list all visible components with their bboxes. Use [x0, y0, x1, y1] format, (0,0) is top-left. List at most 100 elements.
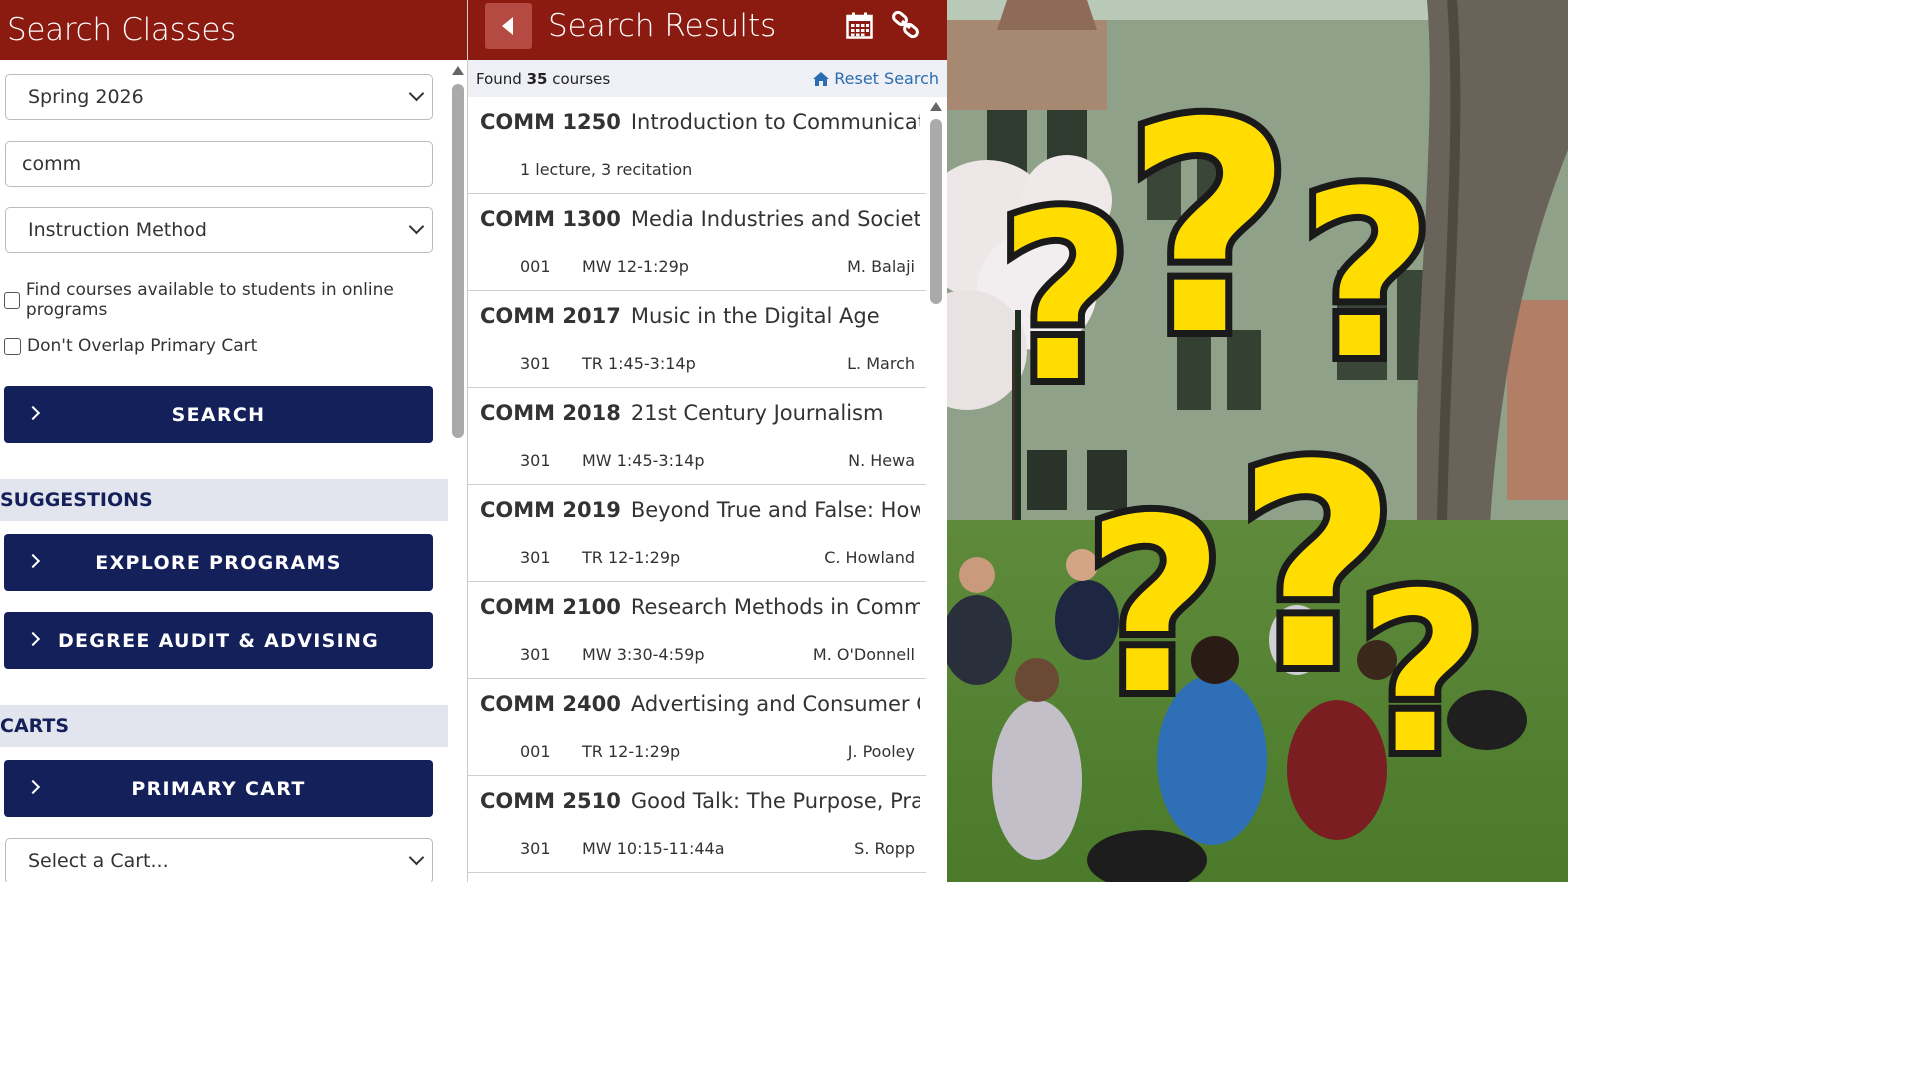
course-title: Music in the Digital Age [630, 304, 880, 328]
back-button[interactable] [485, 3, 532, 49]
instructor: N. Hewa [848, 451, 915, 470]
search-form: Spring 2026 comm Instruction Method Find… [0, 60, 448, 882]
course-title: Beyond True and False: How ... [630, 498, 920, 522]
cart-select-value: Select a Cart... [28, 850, 169, 872]
list-item[interactable]: COMM 2018 21st Century Journalism 301 MW … [468, 388, 926, 485]
online-programs-option: Find courses available to students in on… [4, 280, 448, 320]
search-classes-panel: Search Classes Spring 2026 comm Instruct… [0, 0, 468, 882]
meeting-time: MW 3:30-4:59p [582, 645, 705, 664]
online-programs-checkbox[interactable] [4, 291, 20, 309]
instruction-method-select[interactable]: Instruction Method [5, 207, 433, 253]
list-item[interactable]: COMM 1300 Media Industries and Society 00… [468, 194, 926, 291]
meeting-time: MW 12-1:29p [582, 257, 689, 276]
chevron-right-icon [25, 405, 41, 421]
chevron-right-icon [25, 779, 41, 795]
section-number: 001 [520, 257, 551, 276]
results-count: Found 35 courses [476, 70, 610, 88]
suggestions-heading-text: SUGGESTIONS [0, 489, 153, 511]
cart-select[interactable]: Select a Cart... [5, 838, 433, 882]
term-select-value: Spring 2026 [28, 86, 144, 108]
chevron-down-icon [408, 218, 425, 235]
results-status-bar: Found 35 courses Reset Search [468, 60, 947, 97]
back-arrow-icon [502, 17, 513, 35]
overlap-option: Don't Overlap Primary Cart [4, 336, 257, 356]
scroll-up-arrow-icon[interactable] [930, 102, 942, 111]
degree-audit-button[interactable]: DEGREE AUDIT & ADVISING [4, 612, 433, 669]
course-code: COMM 2400 [480, 692, 621, 716]
overlap-label: Don't Overlap Primary Cart [27, 336, 258, 356]
meeting-time: TR 12-1:29p [582, 742, 681, 761]
chevron-down-icon [408, 849, 425, 866]
course-title: Introduction to Communicati... [630, 110, 920, 134]
section-number: 301 [520, 839, 551, 858]
instructor: M. O'Donnell [812, 645, 915, 664]
search-button-label: SEARCH [171, 403, 266, 426]
list-item[interactable]: COMM 2100 Research Methods in Comm... 301… [468, 582, 926, 679]
primary-cart-label: PRIMARY CART [131, 777, 306, 800]
course-title: Media Industries and Society [630, 207, 920, 231]
online-programs-label: Find courses available to students in on… [25, 280, 394, 320]
found-prefix: Found [476, 69, 522, 88]
instructor: L. March [847, 354, 915, 373]
term-select[interactable]: Spring 2026 [5, 74, 433, 120]
meeting-time: TR 1:45-3:14p [582, 354, 696, 373]
degree-audit-label: DEGREE AUDIT & ADVISING [57, 629, 380, 652]
keyword-input[interactable]: comm [5, 141, 433, 187]
section-number: 301 [520, 354, 551, 373]
question-mark-icon: ? [1358, 546, 1486, 802]
list-item[interactable]: COMM 2017 Music in the Digital Age 301 TR… [468, 291, 926, 388]
suggestions-heading: SUGGESTIONS [0, 479, 448, 521]
course-code: COMM 1250 [480, 110, 621, 134]
course-title: Research Methods in Comm... [630, 595, 920, 619]
home-icon [813, 71, 830, 86]
search-button[interactable]: SEARCH [4, 386, 433, 443]
overlap-checkbox[interactable] [4, 337, 21, 355]
course-code: COMM 2100 [480, 595, 621, 619]
list-item[interactable]: COMM 2019Beyond True and False: How ... … [468, 485, 926, 582]
section-number: 001 [520, 742, 551, 761]
campus-photo: ? ? ? ? ? ? [947, 0, 1568, 882]
instructor: M. Balaji [847, 257, 915, 276]
found-suffix: courses [552, 69, 611, 88]
chevron-right-icon [25, 631, 41, 647]
course-summary: 1 lecture, 3 recitation [520, 160, 693, 179]
chevron-right-icon [25, 553, 41, 569]
results-title: Search Results [548, 8, 777, 44]
primary-cart-button[interactable]: PRIMARY CART [4, 760, 433, 817]
reset-search-link[interactable]: Reset Search [812, 69, 939, 88]
explore-programs-label: EXPLORE PROGRAMS [95, 551, 342, 574]
carts-heading-text: CARTS [0, 715, 70, 737]
course-code: COMM 2018 [480, 401, 621, 425]
instruction-method-value: Instruction Method [28, 219, 207, 241]
search-results-panel: Search Results Found 35 courses Reset Se… [468, 0, 947, 882]
course-code: COMM 2017 [480, 304, 621, 328]
keyword-input-value: comm [22, 153, 82, 175]
found-count: 35 [526, 69, 548, 88]
reset-search-label: Reset Search [834, 69, 939, 88]
link-icon[interactable] [891, 10, 921, 40]
list-item[interactable]: COMM 1250 Introduction to Communicati... … [468, 97, 926, 194]
meeting-time: TR 12-1:29p [582, 548, 681, 567]
results-list: COMM 1250 Introduction to Communicati... … [468, 97, 926, 882]
course-code: COMM 2019 [480, 498, 621, 522]
list-item[interactable]: COMM 2510 Good Talk: The Purpose, Prac...… [468, 776, 926, 873]
course-title: Advertising and Consumer C... [630, 692, 920, 716]
results-scrollbar[interactable] [927, 97, 947, 882]
instructor: C. Howland [824, 548, 915, 567]
scroll-up-arrow-icon[interactable] [452, 66, 464, 75]
section-number: 301 [520, 548, 551, 567]
scrollbar-thumb[interactable] [930, 119, 942, 304]
search-results-header: Search Results [468, 0, 947, 60]
list-item[interactable]: COMM 2400 Advertising and Consumer C... 0… [468, 679, 926, 776]
scrollbar-thumb[interactable] [452, 84, 464, 438]
course-code: COMM 1300 [480, 207, 621, 231]
course-title: Good Talk: The Purpose, Prac... [630, 789, 920, 813]
left-scrollbar[interactable] [448, 60, 467, 882]
chevron-down-icon [408, 85, 425, 102]
explore-programs-button[interactable]: EXPLORE PROGRAMS [4, 534, 433, 591]
course-code: COMM 2510 [480, 789, 621, 813]
question-mark-icon: ? [998, 166, 1131, 433]
question-mark-icon: ? [1085, 467, 1224, 747]
instructor: J. Pooley [847, 742, 915, 761]
calendar-icon[interactable] [846, 12, 873, 39]
